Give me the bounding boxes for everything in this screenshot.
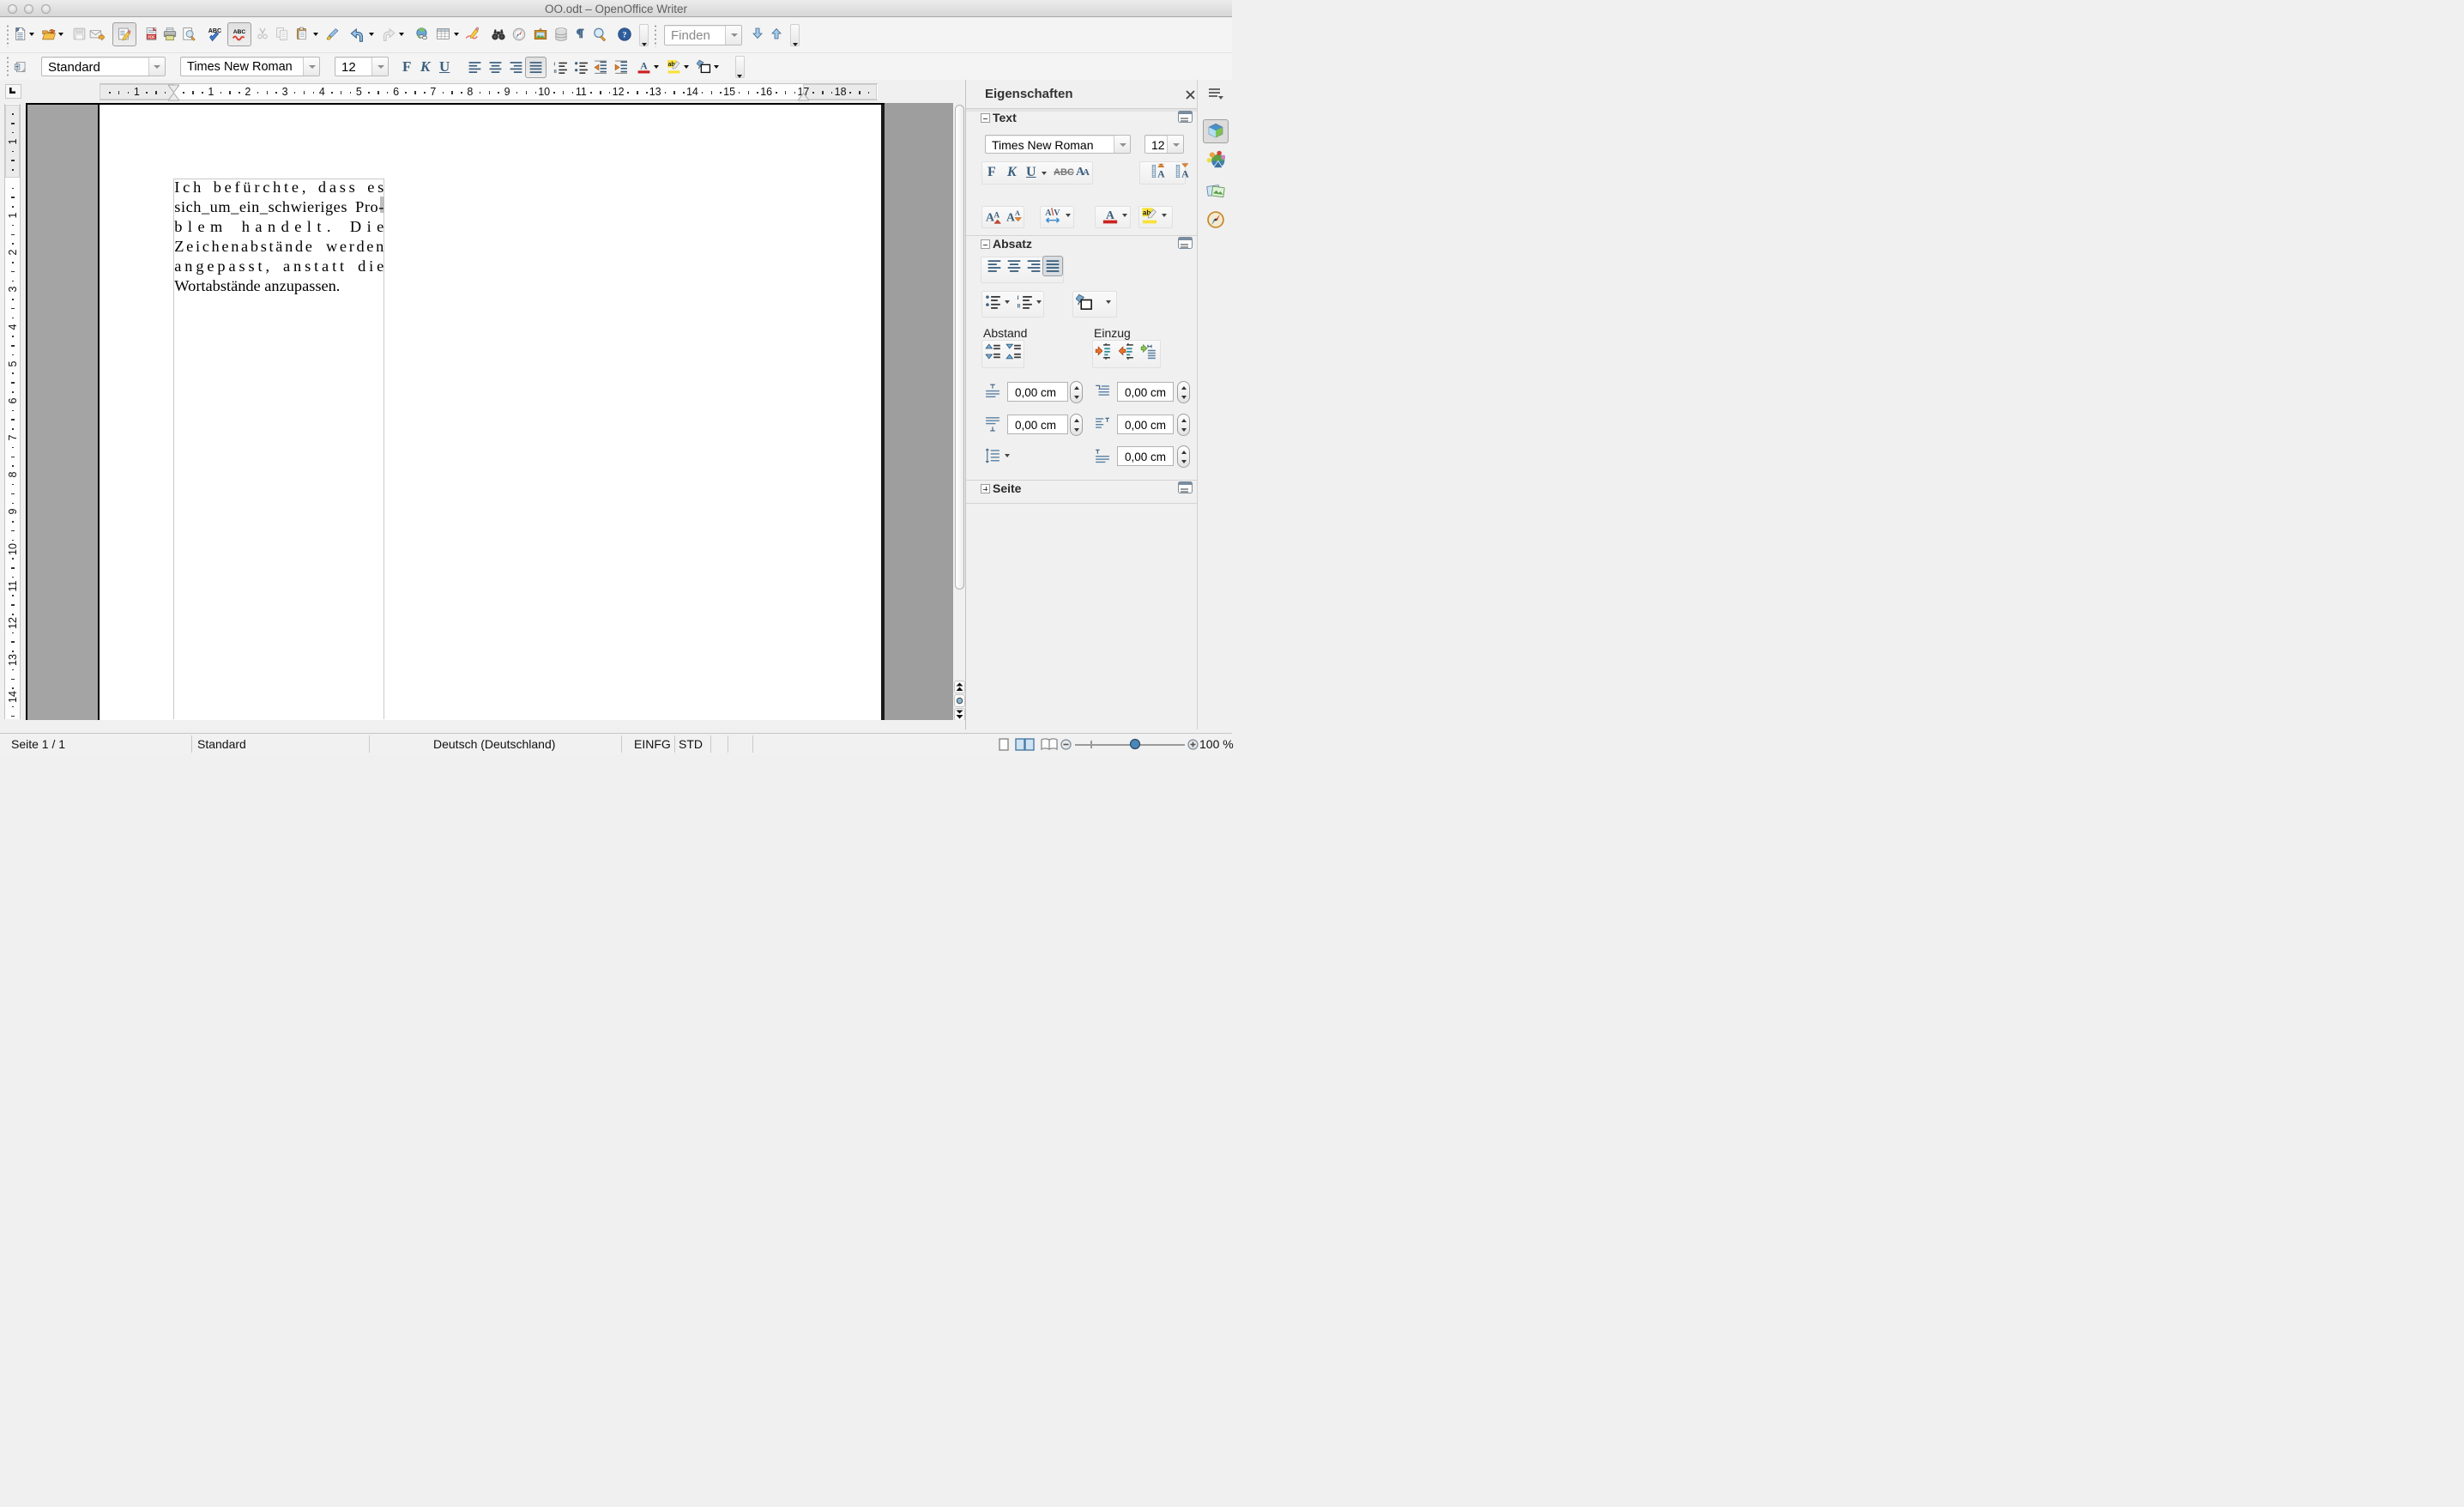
svg-text:PDF: PDF (148, 34, 155, 39)
svg-text:A: A (640, 61, 648, 72)
svg-text:I: I (1018, 295, 1019, 301)
svg-text:A: A (1015, 209, 1020, 217)
svg-text:A: A (1181, 168, 1189, 179)
svg-text:?: ? (623, 30, 627, 39)
svg-text:ABC: ABC (208, 27, 221, 34)
svg-text:A: A (986, 210, 994, 223)
svg-text:A: A (1006, 210, 1015, 223)
svg-text:ABC: ABC (233, 29, 246, 35)
svg-text:II: II (1018, 304, 1021, 310)
svg-text:V: V (1054, 209, 1060, 218)
svg-text:A: A (993, 212, 999, 221)
svg-text:I: I (554, 62, 556, 67)
svg-text:II: II (554, 70, 558, 75)
svg-text:A: A (1157, 168, 1165, 179)
svg-text:A: A (1106, 209, 1114, 221)
svg-text:A: A (1045, 209, 1052, 218)
